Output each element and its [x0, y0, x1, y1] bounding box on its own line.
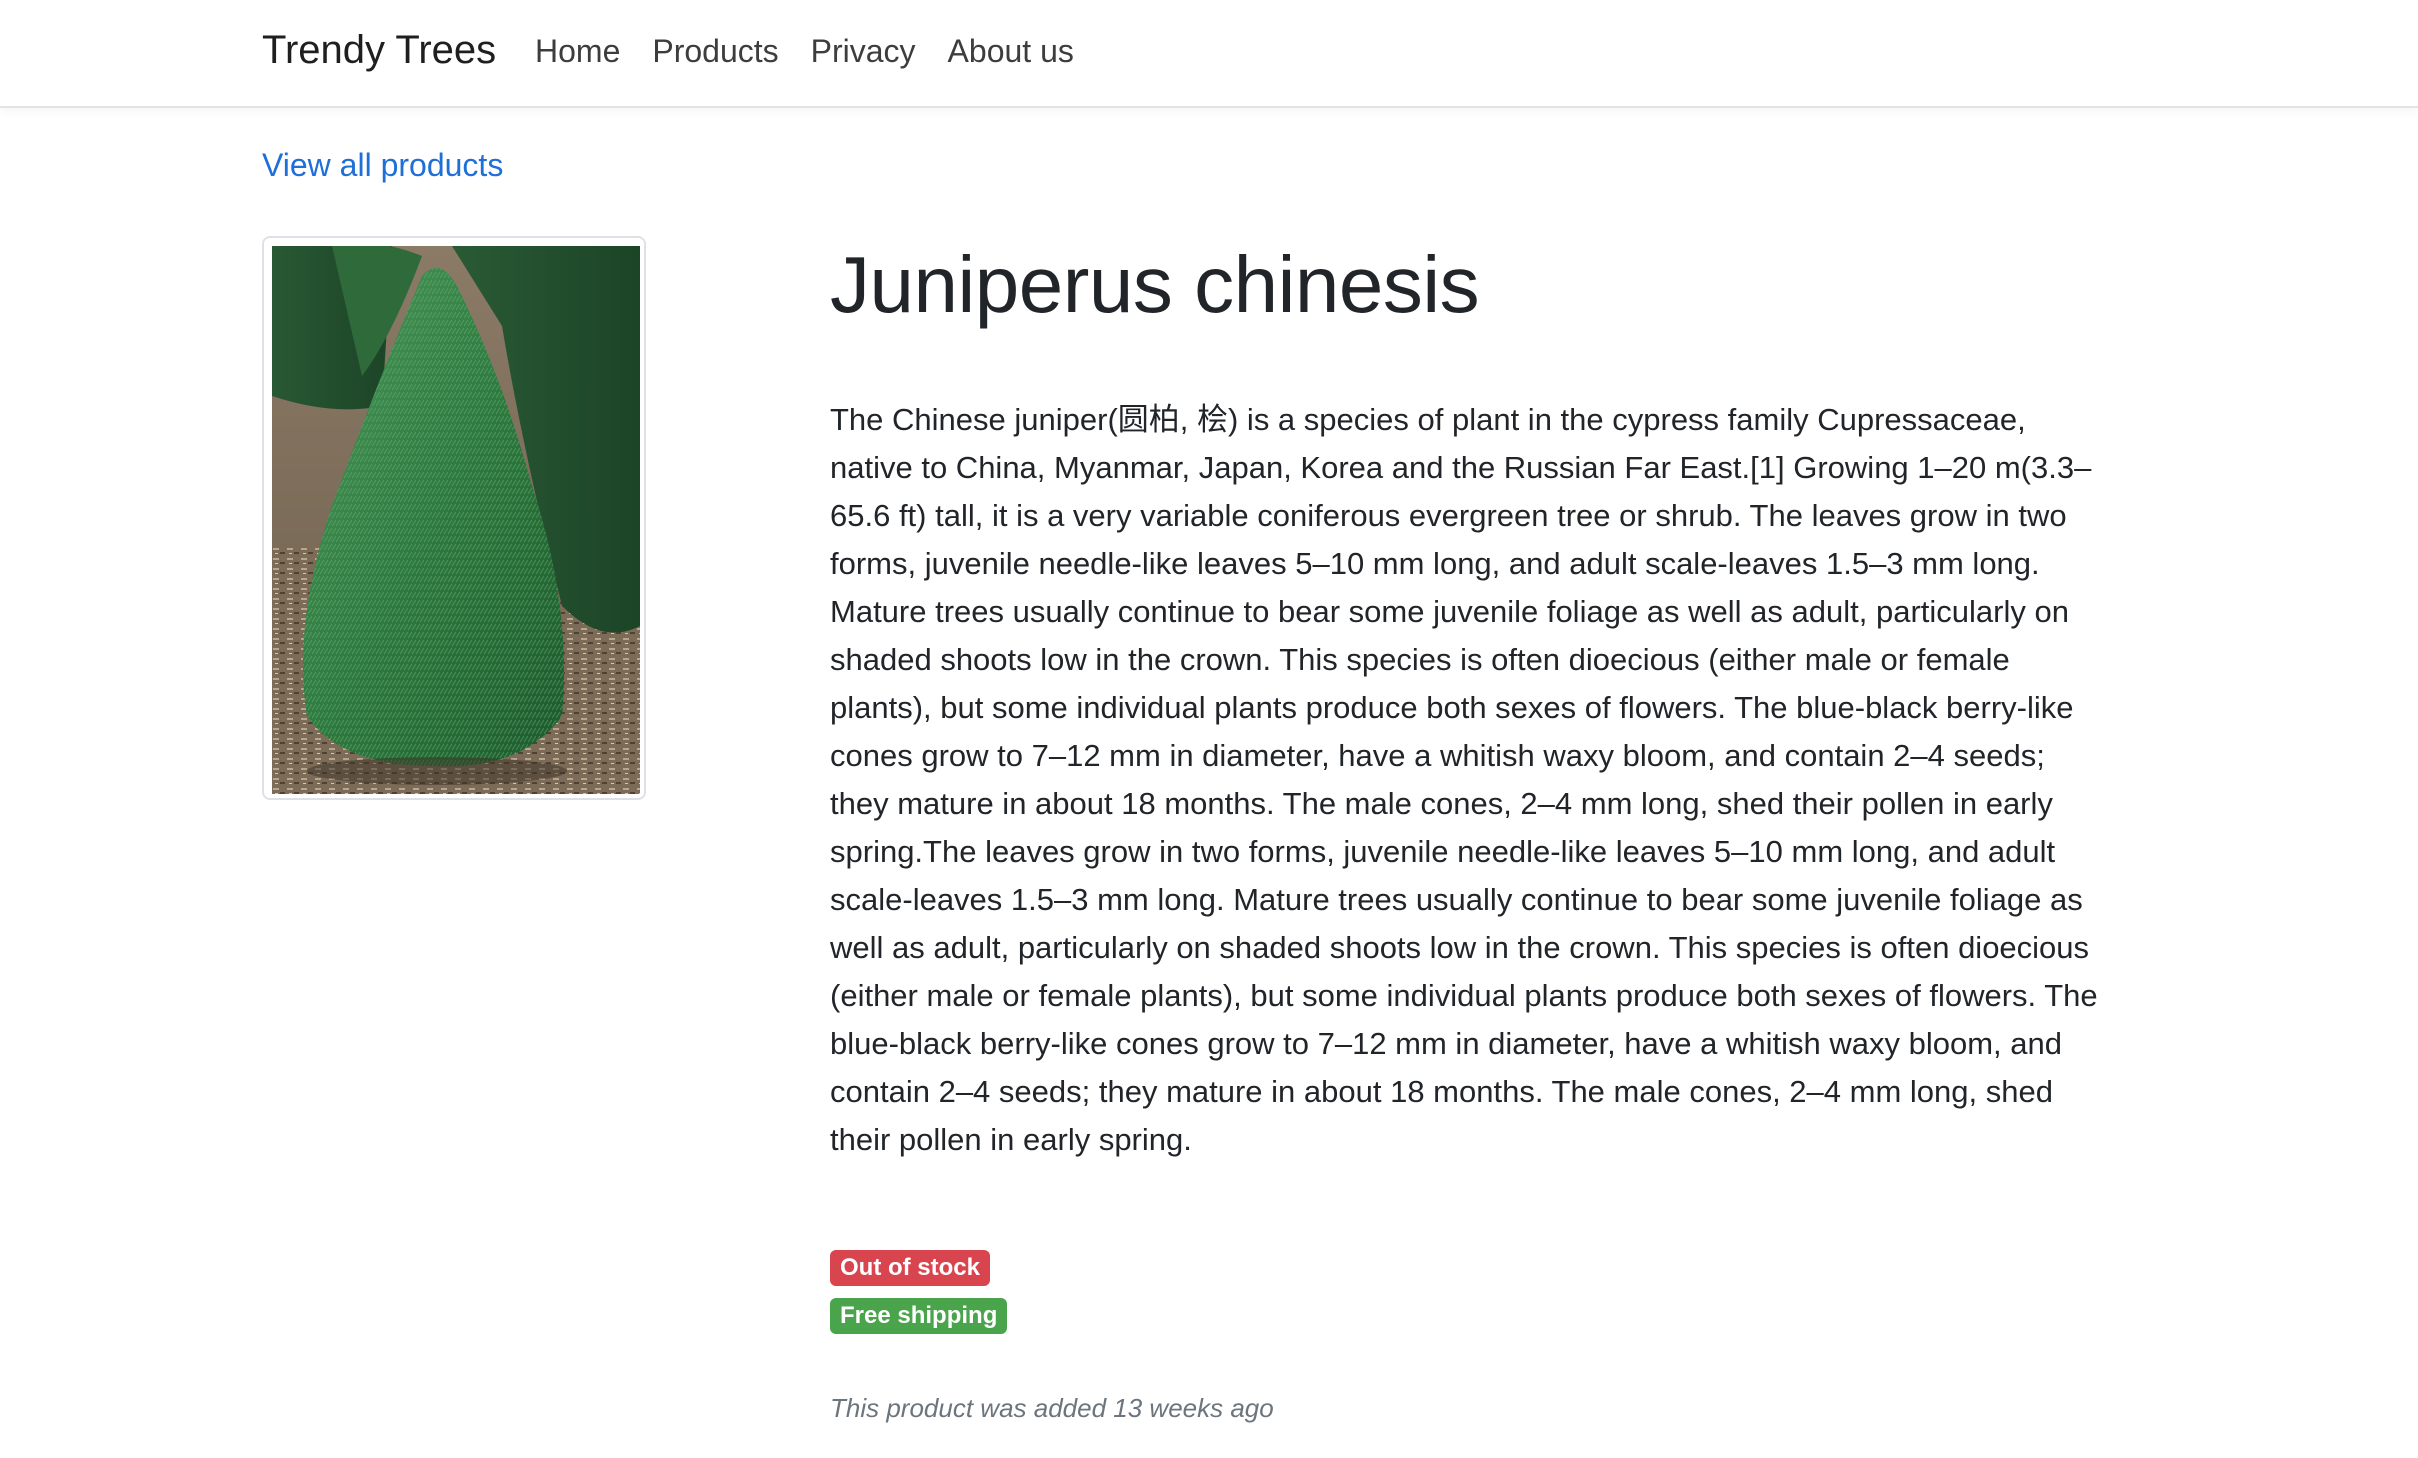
nav-links: Home Products Privacy About us: [535, 26, 1106, 76]
nav-link-products[interactable]: Products: [652, 26, 778, 76]
product-badges: Out of stock Free shipping: [830, 1250, 1008, 1334]
nav-link-about-us[interactable]: About us: [948, 26, 1074, 76]
product-photo: [272, 246, 640, 794]
free-shipping-badge: Free shipping: [830, 1298, 1008, 1334]
out-of-stock-badge: Out of stock: [830, 1250, 991, 1286]
product-title: Juniperus chinesis: [830, 240, 1480, 329]
nav-link-privacy[interactable]: Privacy: [811, 26, 916, 76]
product-added-note: This product was added 13 weeks ago: [830, 1393, 1274, 1423]
nav-link-home[interactable]: Home: [535, 26, 620, 76]
top-navbar: Trendy Trees Home Products Privacy About…: [0, 0, 2418, 108]
brand-logo-link[interactable]: Trendy Trees: [262, 22, 496, 78]
view-all-products-link[interactable]: View all products: [262, 140, 503, 190]
product-description: The Chinese juniper(圆柏, 桧) is a species …: [830, 402, 2098, 1157]
product-image-frame: [262, 236, 646, 800]
